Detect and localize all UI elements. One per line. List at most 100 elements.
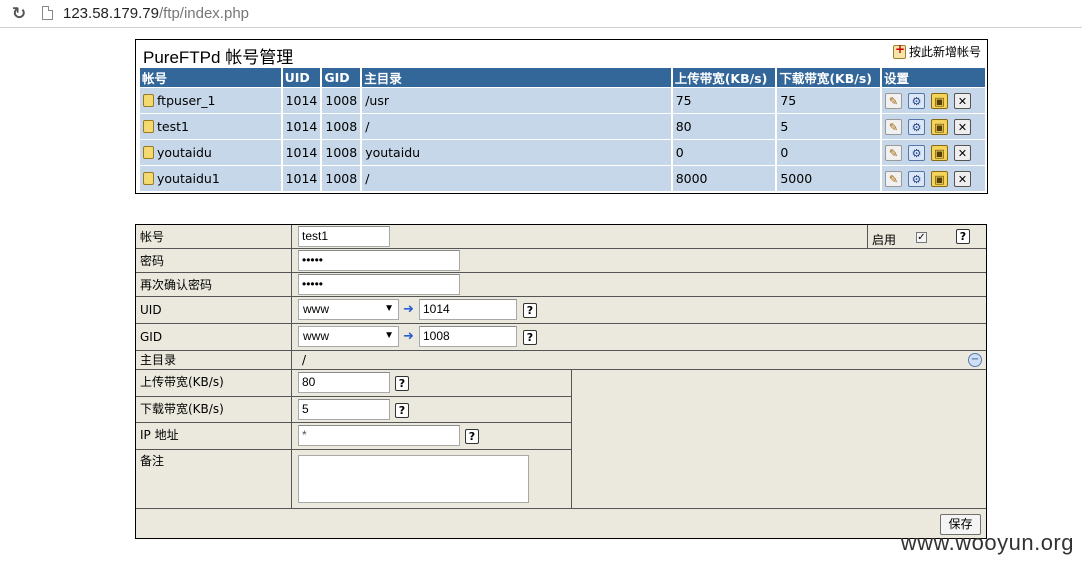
- page-title: PureFTPd 帐号管理: [143, 48, 294, 67]
- home-cell: /: [362, 165, 671, 191]
- edit-icon[interactable]: ✎: [885, 118, 902, 135]
- download-label: 下载带宽(KB/s): [136, 397, 292, 422]
- account-cell[interactable]: test1: [140, 113, 281, 139]
- help-icon[interactable]: ?: [956, 229, 970, 244]
- gid-cell: 1008: [322, 113, 361, 139]
- arrow-right-icon: ➜: [403, 302, 414, 317]
- url-field[interactable]: 123.58.179.79/ftp/index.php: [63, 5, 249, 22]
- download-cell: 5: [777, 113, 880, 139]
- uid-cell: 1014: [282, 139, 321, 165]
- gid-cell: 1008: [322, 165, 361, 191]
- note-row: 备注: [136, 450, 572, 509]
- lock-icon[interactable]: ▣: [931, 118, 948, 135]
- user-icon: [143, 94, 154, 107]
- gid-label: GID: [136, 324, 292, 350]
- actions-cell: ✎ ⚙ ▣ ✕: [882, 113, 985, 139]
- download-cell: 5000: [777, 165, 880, 191]
- table-row: ftpuser_1 1014 1008 /usr 75 75 ✎ ⚙ ▣ ✕: [140, 87, 985, 113]
- col-account: 帐号: [140, 68, 281, 87]
- uid-cell: 1014: [282, 113, 321, 139]
- upload-input[interactable]: 80: [298, 372, 390, 393]
- browser-address-bar: ↻ 123.58.179.79/ftp/index.php: [0, 0, 1082, 28]
- col-settings: 设置: [882, 68, 985, 87]
- help-icon[interactable]: ?: [395, 376, 409, 391]
- enable-checkbox[interactable]: ✓: [916, 232, 927, 243]
- delete-icon[interactable]: ✕: [954, 170, 971, 187]
- home-cell: /: [362, 113, 671, 139]
- help-icon[interactable]: ?: [465, 429, 479, 444]
- collapse-icon[interactable]: −: [968, 353, 982, 367]
- permissions-icon[interactable]: ⚙: [908, 118, 925, 135]
- gid-select-value: www: [303, 329, 329, 343]
- lock-icon[interactable]: ▣: [931, 92, 948, 109]
- note-textarea[interactable]: [298, 455, 529, 503]
- gid-select[interactable]: www ▼: [298, 326, 399, 347]
- uid-input[interactable]: 1014: [419, 299, 517, 320]
- edit-icon[interactable]: ✎: [885, 170, 902, 187]
- add-user-icon: [892, 42, 906, 59]
- enable-label: 启用: [872, 233, 897, 247]
- enable-divider: [867, 225, 868, 248]
- reload-icon[interactable]: ↻: [8, 3, 30, 25]
- gid-cell: 1008: [322, 87, 361, 113]
- account-row: 帐号 test1 启用 ✓ ?: [136, 225, 986, 249]
- edit-icon[interactable]: ✎: [885, 144, 902, 161]
- help-icon[interactable]: ?: [523, 303, 537, 318]
- uid-cell: 1014: [282, 165, 321, 191]
- account-input[interactable]: test1: [298, 226, 390, 247]
- arrow-right-icon: ➜: [403, 329, 414, 344]
- delete-icon[interactable]: ✕: [954, 92, 971, 109]
- account-edit-form: 帐号 test1 启用 ✓ ? 密码 ••••• 再次确认密码 ••••• UI…: [135, 224, 987, 539]
- url-path: /ftp/index.php: [158, 5, 250, 22]
- add-account-link[interactable]: 按此新增帐号: [892, 42, 981, 60]
- uid-row: UID www ▼ ➜ 1014 ?: [136, 297, 986, 324]
- help-icon[interactable]: ?: [395, 403, 409, 418]
- permissions-icon[interactable]: ⚙: [908, 170, 925, 187]
- password-row: 密码 •••••: [136, 249, 986, 273]
- user-icon: [143, 172, 154, 185]
- ip-input[interactable]: *: [298, 425, 460, 446]
- user-icon: [143, 120, 154, 133]
- upload-cell: 75: [672, 87, 776, 113]
- download-input[interactable]: 5: [298, 399, 390, 420]
- account-label: 帐号: [136, 225, 292, 248]
- home-row: 主目录 / −: [136, 351, 986, 370]
- edit-icon[interactable]: ✎: [885, 92, 902, 109]
- lock-icon[interactable]: ▣: [931, 170, 948, 187]
- uid-cell: 1014: [282, 87, 321, 113]
- permissions-icon[interactable]: ⚙: [908, 144, 925, 161]
- table-row: test1 1014 1008 / 80 5 ✎ ⚙ ▣ ✕: [140, 113, 985, 139]
- ip-row: IP 地址 * ?: [136, 423, 572, 450]
- confirm-password-row: 再次确认密码 •••••: [136, 273, 986, 297]
- delete-icon[interactable]: ✕: [954, 118, 971, 135]
- upload-cell: 8000: [672, 165, 776, 191]
- account-name: ftpuser_1: [157, 93, 216, 108]
- uid-select[interactable]: www ▼: [298, 299, 399, 320]
- confirm-password-input[interactable]: •••••: [298, 274, 460, 295]
- account-name: test1: [157, 119, 189, 134]
- permissions-icon[interactable]: ⚙: [908, 92, 925, 109]
- uid-label: UID: [136, 297, 292, 323]
- col-home: 主目录: [362, 68, 671, 87]
- lock-icon[interactable]: ▣: [931, 144, 948, 161]
- delete-icon[interactable]: ✕: [954, 144, 971, 161]
- account-cell[interactable]: youtaidu: [140, 139, 281, 165]
- upload-row: 上传带宽(KB/s) 80 ?: [136, 370, 572, 397]
- password-label: 密码: [136, 249, 292, 272]
- confirm-password-label: 再次确认密码: [136, 273, 292, 296]
- actions-cell: ✎ ⚙ ▣ ✕: [882, 165, 985, 191]
- accounts-table: 帐号 UID GID 主目录 上传带宽(KB/s) 下载带宽(KB/s) 设置 …: [138, 68, 987, 191]
- help-icon[interactable]: ?: [523, 330, 537, 345]
- col-upload: 上传带宽(KB/s): [672, 68, 776, 87]
- table-row: youtaidu 1014 1008 youtaidu 0 0 ✎ ⚙ ▣ ✕: [140, 139, 985, 165]
- download-cell: 75: [777, 87, 880, 113]
- gid-input[interactable]: 1008: [419, 326, 517, 347]
- url-host: 123.58.179.79: [63, 5, 159, 22]
- account-cell[interactable]: youtaidu1: [140, 165, 281, 191]
- password-input[interactable]: •••••: [298, 250, 460, 271]
- chevron-down-icon: ▼: [384, 303, 394, 314]
- col-gid: GID: [322, 68, 361, 87]
- gid-cell: 1008: [322, 139, 361, 165]
- account-cell[interactable]: ftpuser_1: [140, 87, 281, 113]
- upload-cell: 80: [672, 113, 776, 139]
